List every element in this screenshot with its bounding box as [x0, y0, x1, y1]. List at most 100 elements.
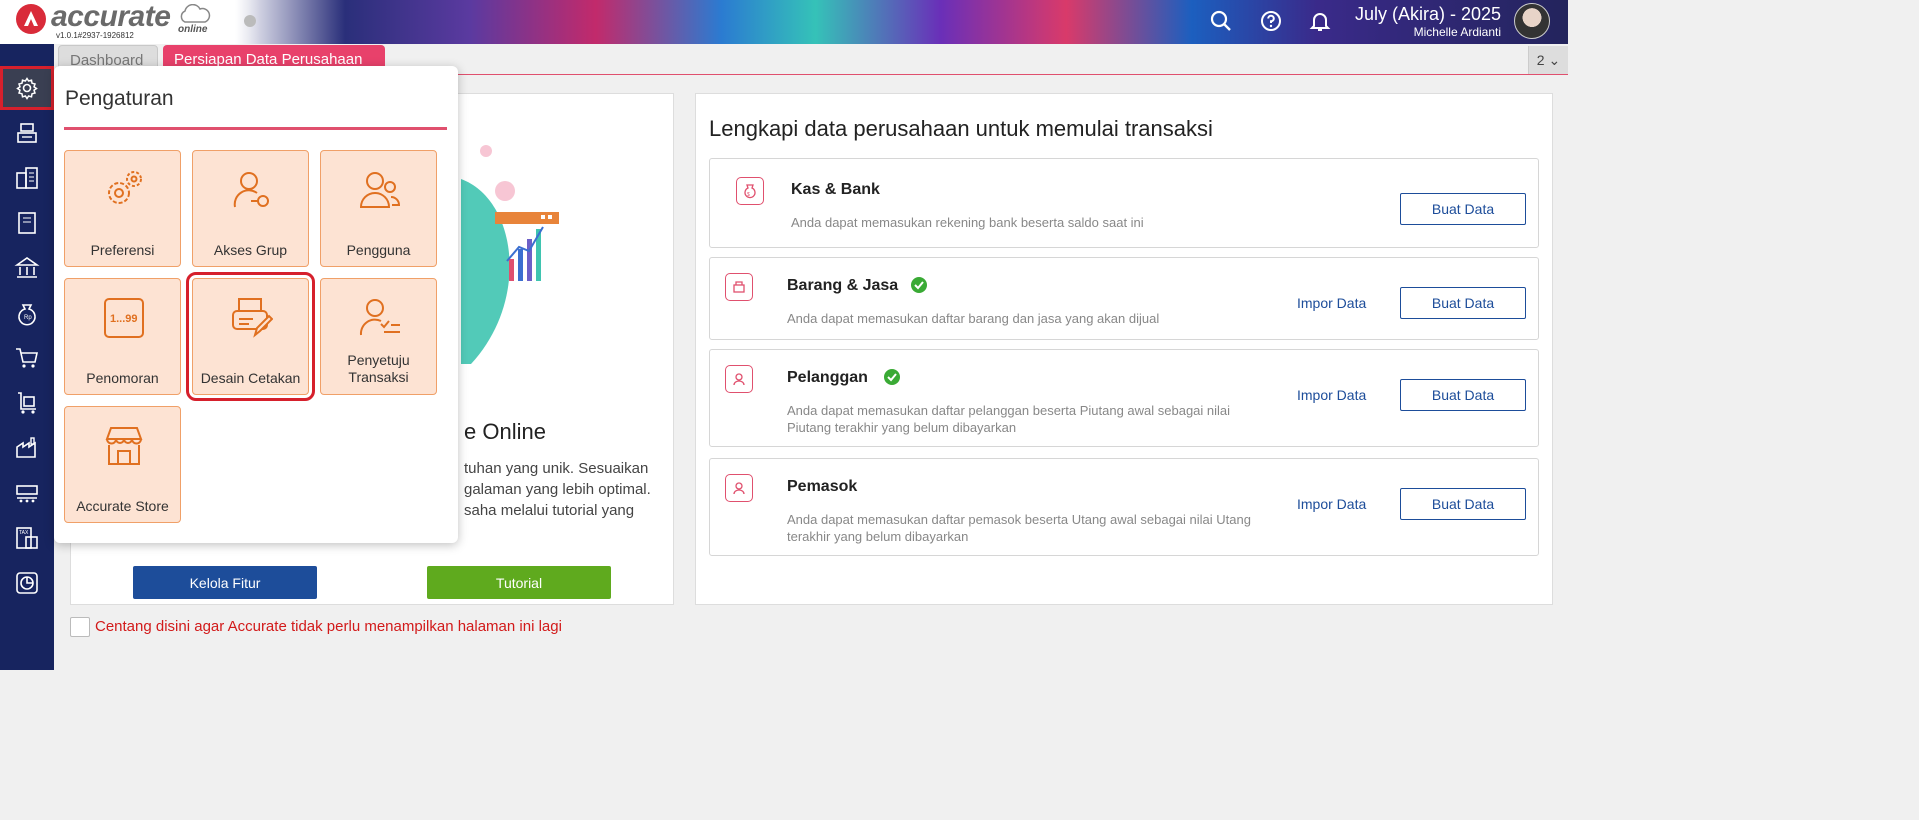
help-icon[interactable] — [1259, 9, 1283, 33]
buat-data-button[interactable]: Buat Data — [1400, 488, 1526, 520]
numbering-icon: 1...99 — [104, 298, 144, 338]
user-name[interactable]: Michelle Ardianti — [1414, 25, 1501, 39]
popup-divider — [64, 127, 447, 130]
check-circle-icon — [884, 369, 900, 385]
svg-text:1...99: 1...99 — [110, 313, 138, 325]
money-bag-icon: Rp — [18, 304, 36, 326]
tab-count-dropdown[interactable]: 2 ⌄ — [1528, 46, 1568, 74]
status-dot — [244, 15, 256, 27]
logo-text: accurate — [51, 0, 171, 33]
card-description: Anda dapat memasukan daftar pelanggan be… — [787, 403, 1231, 435]
tutorial-button[interactable]: Tutorial — [427, 566, 611, 599]
kelola-fitur-button[interactable]: Kelola Fitur — [133, 566, 317, 599]
buat-data-button[interactable]: Buat Data — [1400, 287, 1526, 319]
tile-penomoran[interactable]: 1...99 Penomoran — [64, 278, 181, 395]
card-barang-jasa: Barang & Jasa Anda dapat memasukan dafta… — [709, 257, 1539, 340]
tile-label: Penomoran — [86, 370, 159, 386]
card-title: Pelanggan — [787, 369, 868, 386]
sidebar-item-cash-register[interactable] — [0, 111, 54, 155]
version-label: v1.0.1#2937-1926812 — [56, 31, 134, 40]
logo-area[interactable]: accurate v1.0.1#2937-1926812 online — [0, 0, 260, 44]
card-pelanggan: Pelanggan Anda dapat memasukan daftar pe… — [709, 349, 1539, 447]
sidebar-item-bank[interactable] — [0, 246, 54, 290]
sidebar: Rp TAX — [0, 44, 54, 670]
card-description: Anda dapat memasukan rekening bank beser… — [791, 215, 1144, 230]
tile-penyetuju-transaksi[interactable]: Penyetuju Transaksi — [320, 278, 437, 395]
sidebar-item-company[interactable] — [0, 156, 54, 200]
cloud-icon — [180, 4, 211, 23]
tile-label: Preferensi — [90, 242, 155, 258]
tile-desain-cetakan[interactable]: Desain Cetakan — [186, 272, 315, 401]
buat-data-button[interactable]: Buat Data — [1400, 379, 1526, 411]
sidebar-item-tax[interactable]: TAX — [0, 516, 54, 560]
tile-accurate-store[interactable]: Accurate Store — [64, 406, 181, 523]
gear-icon — [16, 77, 38, 100]
sidebar-item-reports[interactable] — [0, 561, 54, 605]
check-circle-icon — [911, 277, 927, 293]
box-icon — [725, 273, 753, 301]
sidebar-item-manufacturing[interactable] — [0, 471, 54, 515]
svg-text:$: $ — [747, 192, 750, 198]
settings-popup: Pengaturan Preferensi Akses Grup Penggun… — [54, 66, 458, 543]
card-pemasok: Pemasok Anda dapat memasukan daftar pema… — [709, 458, 1539, 556]
tile-preferensi[interactable]: Preferensi — [64, 150, 181, 267]
top-header: accurate v1.0.1#2937-1926812 online July… — [0, 0, 1568, 44]
tile-label: Desain Cetakan — [200, 370, 301, 386]
impor-data-link[interactable]: Impor Data — [1297, 496, 1366, 512]
panel-title: Lengkapi data perusahaan untuk memulai t… — [709, 116, 1213, 141]
impor-data-link[interactable]: Impor Data — [1297, 387, 1366, 403]
tile-label: Pengguna — [346, 242, 411, 258]
tile-pengguna[interactable]: Pengguna — [320, 150, 437, 267]
tax-document-icon: TAX — [16, 527, 38, 549]
accurate-logo-icon — [16, 4, 46, 34]
cash-register-icon — [17, 123, 37, 143]
users-icon — [359, 172, 401, 208]
popup-title: Pengaturan — [65, 87, 174, 110]
intro-text-fragment: tuhan yang unik. Sesuaikan galaman yang … — [464, 460, 651, 519]
customer-icon — [725, 365, 753, 393]
buat-data-button[interactable]: Buat Data — [1400, 193, 1526, 225]
hide-page-checkbox[interactable] — [70, 617, 90, 637]
card-title: Pemasok — [787, 478, 858, 495]
card-description: Anda dapat memasukan daftar pemasok bese… — [787, 512, 1251, 544]
user-checklist-icon — [359, 299, 400, 336]
card-title: Kas & Bank — [791, 181, 880, 198]
svg-text:Rp: Rp — [24, 315, 32, 321]
gears-icon — [108, 171, 142, 204]
tile-label: Accurate Store — [76, 498, 169, 514]
sidebar-item-inventory[interactable] — [0, 381, 54, 425]
intro-title-fragment: e Online — [464, 419, 546, 444]
sidebar-item-purchase[interactable] — [0, 336, 54, 380]
sidebar-item-settings[interactable] — [0, 66, 54, 110]
card-description: Anda dapat memasukan daftar barang dan j… — [787, 311, 1160, 326]
impor-data-link[interactable]: Impor Data — [1297, 295, 1366, 311]
conveyor-icon — [16, 485, 38, 503]
logo-online-label: online — [178, 24, 208, 35]
bank-icon — [14, 257, 40, 278]
printer-pencil-icon — [232, 298, 273, 338]
hide-page-label[interactable]: Centang disini agar Accurate tidak perlu… — [95, 618, 562, 635]
search-icon[interactable] — [1209, 9, 1233, 33]
tile-akses-grup[interactable]: Akses Grup — [192, 150, 309, 267]
store-icon — [105, 427, 143, 465]
sidebar-item-assets[interactable] — [0, 426, 54, 470]
tile-label: Akses Grup — [213, 242, 288, 258]
trolley-box-icon — [18, 392, 36, 414]
supplier-icon — [725, 474, 753, 502]
book-icon — [18, 212, 36, 234]
user-key-icon — [233, 172, 269, 208]
sidebar-item-ledger[interactable] — [0, 201, 54, 245]
period-title[interactable]: July (Akira) - 2025 — [1355, 4, 1501, 25]
card-kas-bank: $ Kas & Bank Anda dapat memasukan rekeni… — [709, 158, 1539, 248]
sidebar-item-sales[interactable]: Rp — [0, 291, 54, 335]
money-bag-icon: $ — [736, 177, 764, 205]
cart-icon — [16, 348, 38, 368]
card-title: Barang & Jasa — [787, 277, 899, 294]
tile-label: Penyetuju Transaksi — [347, 352, 410, 385]
factory-icon — [16, 437, 36, 458]
pie-chart-icon — [16, 572, 38, 594]
bell-icon[interactable] — [1308, 9, 1332, 33]
avatar[interactable] — [1514, 3, 1550, 39]
svg-text:TAX: TAX — [19, 530, 29, 536]
data-setup-panel: Lengkapi data perusahaan untuk memulai t… — [695, 93, 1553, 605]
